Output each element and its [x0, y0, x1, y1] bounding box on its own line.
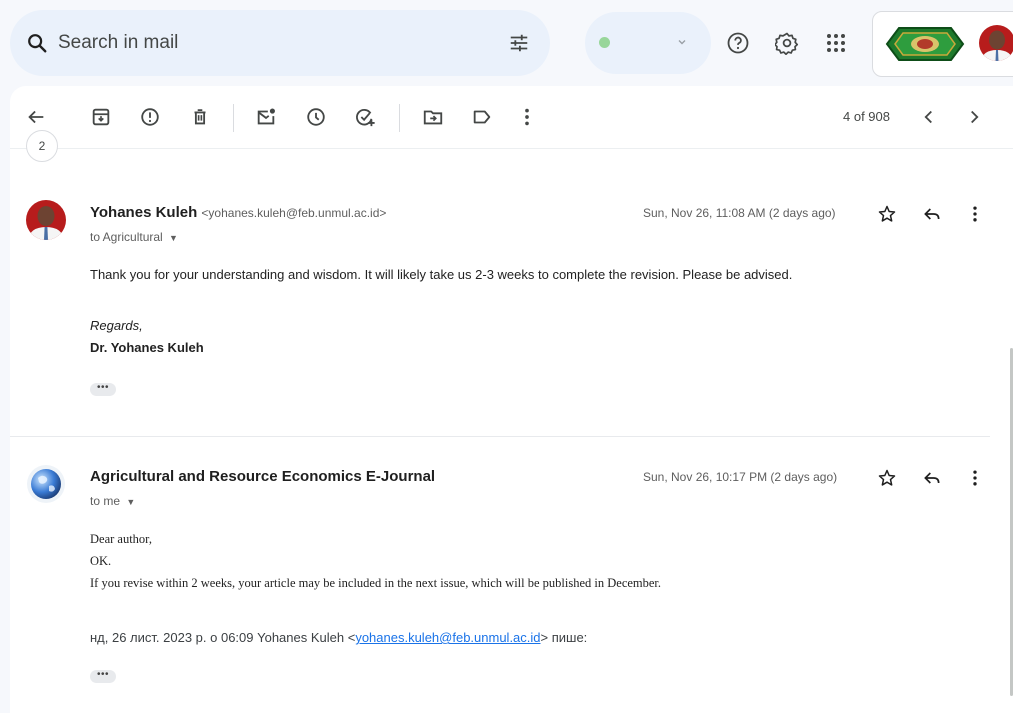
- snooze-icon[interactable]: [305, 106, 327, 128]
- account-avatar[interactable]: [979, 25, 1013, 61]
- reply-icon[interactable]: [922, 468, 942, 488]
- search-input[interactable]: Search in mail: [58, 32, 178, 54]
- sender-name[interactable]: Yohanes Kuleh <yohanes.kuleh@feb.unmul.a…: [90, 204, 386, 221]
- delete-icon[interactable]: [189, 106, 211, 128]
- report-spam-icon[interactable]: [139, 106, 161, 128]
- toolbar-divider: [399, 104, 400, 132]
- more-vert-icon[interactable]: [516, 106, 538, 128]
- sender-avatar[interactable]: [26, 464, 66, 504]
- recipients[interactable]: to Agricultural ▼: [90, 230, 178, 244]
- message-date: Sun, Nov 26, 10:17 PM (2 days ago): [643, 470, 838, 484]
- message-body-line: Thank you for your understanding and wis…: [90, 267, 793, 282]
- search-icon[interactable]: [26, 32, 48, 54]
- message-panel: 4 of 908 2 Yohanes Kuleh <yohanes.kuleh@…: [10, 86, 1013, 713]
- status-selector[interactable]: [585, 12, 711, 74]
- label-icon[interactable]: [471, 106, 493, 128]
- search-bar[interactable]: Search in mail: [10, 10, 550, 76]
- quoted-email-link[interactable]: yohanes.kuleh@feb.unmul.ac.id: [355, 630, 540, 645]
- toolbar-divider: [233, 104, 234, 132]
- message-date: Sun, Nov 26, 11:08 AM (2 days ago): [643, 206, 836, 220]
- star-icon[interactable]: [877, 468, 897, 488]
- add-to-tasks-icon[interactable]: [354, 106, 376, 128]
- chevron-down-icon[interactable]: ▼: [169, 233, 178, 243]
- sender-name-text[interactable]: Yohanes Kuleh: [90, 204, 197, 221]
- message-toolbar: 4 of 908: [10, 86, 1013, 149]
- message-item: Agricultural and Resource Economics E-Jo…: [10, 464, 1013, 704]
- quoted-header-suffix: > пише:: [540, 630, 588, 645]
- status-dot: [599, 37, 610, 48]
- mark-unread-icon[interactable]: [255, 106, 277, 128]
- message-divider: [10, 436, 990, 437]
- organization-logo: [883, 23, 967, 65]
- show-trimmed-content-button[interactable]: •••: [90, 383, 116, 396]
- top-bar: Search in mail: [0, 0, 1013, 86]
- sender-name-text[interactable]: Agricultural and Resource Economics E-Jo…: [90, 468, 435, 485]
- more-vert-icon[interactable]: [965, 204, 985, 224]
- settings-icon[interactable]: [775, 31, 799, 55]
- move-to-icon[interactable]: [422, 106, 444, 128]
- quoted-header-prefix: нд, 26 лист. 2023 р. о 06:09 Yohanes Kul…: [90, 630, 356, 645]
- quoted-header: нд, 26 лист. 2023 р. о 06:09 Yohanes Kul…: [90, 630, 587, 645]
- signature-greeting: Regards,: [90, 318, 143, 333]
- reply-icon[interactable]: [922, 204, 942, 224]
- apps-icon[interactable]: [825, 32, 847, 54]
- archive-icon[interactable]: [90, 106, 112, 128]
- chevron-down-icon: [676, 36, 688, 48]
- message-body-line: OK.: [90, 554, 112, 568]
- sender-avatar[interactable]: [26, 200, 66, 240]
- show-trimmed-content-button[interactable]: •••: [90, 670, 116, 683]
- message-item: Yohanes Kuleh <yohanes.kuleh@feb.unmul.a…: [10, 200, 1013, 436]
- tune-icon[interactable]: [508, 32, 530, 54]
- message-body-line: If you revise within 2 weeks, your artic…: [90, 576, 662, 590]
- signature-name: Dr. Yohanes Kuleh: [90, 340, 204, 355]
- back-arrow-icon[interactable]: [25, 106, 47, 128]
- help-icon[interactable]: [726, 31, 750, 55]
- recipients[interactable]: to me ▼: [90, 494, 135, 508]
- pagination-count: 4 of 908: [843, 109, 890, 124]
- sender-name[interactable]: Agricultural and Resource Economics E-Jo…: [90, 468, 435, 485]
- collapsed-count-label: 2: [38, 139, 46, 153]
- chevron-down-icon[interactable]: ▼: [126, 497, 135, 507]
- account-area[interactable]: [872, 11, 1013, 77]
- chevron-left-icon[interactable]: [918, 106, 940, 128]
- sender-email: <yohanes.kuleh@feb.unmul.ac.id>: [201, 206, 387, 220]
- star-icon[interactable]: [877, 204, 897, 224]
- more-vert-icon[interactable]: [965, 468, 985, 488]
- recipients-text: to Agricultural: [90, 230, 163, 244]
- chevron-right-icon[interactable]: [963, 106, 985, 128]
- message-body-line: Dear author,: [90, 532, 152, 546]
- recipients-text: to me: [90, 494, 121, 508]
- collapsed-messages-count[interactable]: 2: [26, 130, 58, 162]
